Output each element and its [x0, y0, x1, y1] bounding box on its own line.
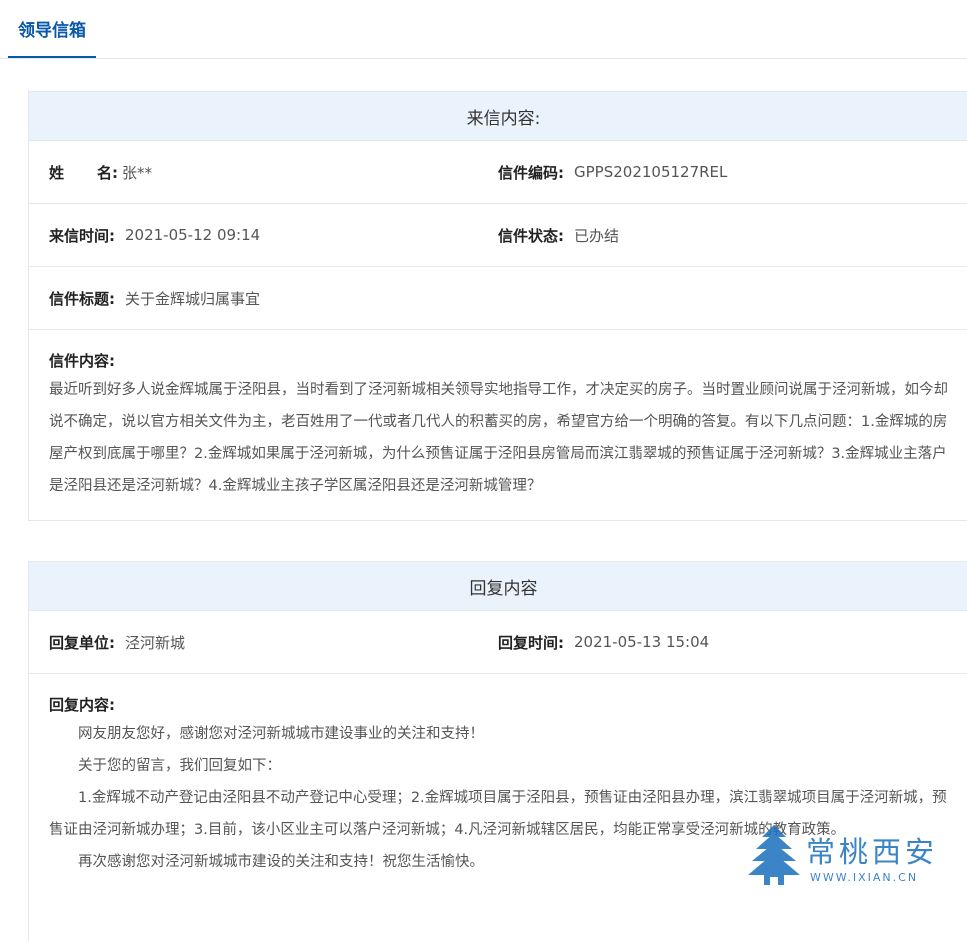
- letter-panel: 来信内容: 姓 名: 张** 信件编码: GPPS202105127REL 来信…: [28, 91, 967, 521]
- reply-time-value: 2021-05-13 15:04: [574, 633, 710, 651]
- status-label: 信件状态:: [498, 226, 564, 245]
- reply-content-block: 回复内容: 网友朋友您好，感谢您对泾河新城城市建设事业的关注和支持！ 关于您的留…: [29, 674, 967, 878]
- name-cell: 姓 名: 张**: [49, 141, 152, 203]
- name-value: 张**: [122, 163, 153, 182]
- reply-time-cell: 回复时间: 2021-05-13 15:04: [498, 611, 709, 673]
- reply-unit-label: 回复单位:: [49, 633, 115, 652]
- reply-content-body: 网友朋友您好，感谢您对泾河新城城市建设事业的关注和支持！ 关于您的留言，我们回复…: [49, 718, 958, 878]
- status-value: 已办结: [574, 226, 620, 245]
- letter-content-block: 信件内容: 最近听到好多人说金辉城属于泾阳县，当时看到了泾河新城相关领导实地指导…: [29, 330, 967, 502]
- letter-row-subject: 信件标题: 关于金辉城归属事宜: [29, 267, 967, 330]
- subject-label: 信件标题:: [49, 289, 115, 308]
- subject-value: 关于金辉城归属事宜: [125, 289, 261, 308]
- code-cell: 信件编码: GPPS202105127REL: [498, 141, 727, 203]
- reply-paragraph: 网友朋友您好，感谢您对泾河新城城市建设事业的关注和支持！: [78, 726, 484, 742]
- subject-cell: 信件标题: 关于金辉城归属事宜: [49, 267, 260, 329]
- status-cell: 信件状态: 已办结: [498, 204, 619, 266]
- reply-unit-value: 泾河新城: [125, 633, 186, 652]
- reply-unit-cell: 回复单位: 泾河新城: [49, 611, 185, 673]
- reply-paragraph: 1.金辉城不动产登记由泾阳县不动产登记中心受理；2.金辉城项目属于泾阳县，预售证…: [49, 790, 947, 838]
- letter-content-text: 最近听到好多人说金辉城属于泾阳县，当时看到了泾河新城相关领导实地指导工作，才决定…: [49, 382, 948, 494]
- reply-paragraph: 再次感谢您对泾河新城城市建设的关注和支持！祝您生活愉快。: [78, 854, 484, 870]
- reply-time-label: 回复时间:: [498, 633, 564, 652]
- reply-panel: 回复内容 回复单位: 泾河新城 回复时间: 2021-05-13 15:04 回…: [28, 561, 967, 941]
- letter-panel-header: 来信内容:: [29, 92, 967, 141]
- reply-row-unit-time: 回复单位: 泾河新城 回复时间: 2021-05-13 15:04: [29, 611, 967, 674]
- tab-leader-mailbox[interactable]: 领导信箱: [8, 0, 96, 58]
- reply-panel-header: 回复内容: [29, 562, 967, 611]
- name-label-part1: 姓: [49, 163, 65, 182]
- reply-content-label: 回复内容:: [49, 696, 115, 714]
- letter-content-label: 信件内容:: [49, 352, 115, 370]
- letter-row-time-status: 来信时间: 2021-05-12 09:14 信件状态: 已办结: [29, 204, 967, 267]
- code-label: 信件编码:: [498, 163, 564, 182]
- letter-time-value: 2021-05-12 09:14: [125, 226, 261, 244]
- letter-row-name-code: 姓 名: 张** 信件编码: GPPS202105127REL: [29, 141, 967, 204]
- name-label-part2: 名:: [97, 163, 118, 182]
- tab-bar: 领导信箱: [0, 0, 967, 59]
- reply-paragraph: 关于您的留言，我们回复如下：: [78, 758, 281, 774]
- code-value: GPPS202105127REL: [574, 163, 728, 181]
- time-cell: 来信时间: 2021-05-12 09:14: [49, 204, 260, 266]
- letter-time-label: 来信时间:: [49, 226, 115, 245]
